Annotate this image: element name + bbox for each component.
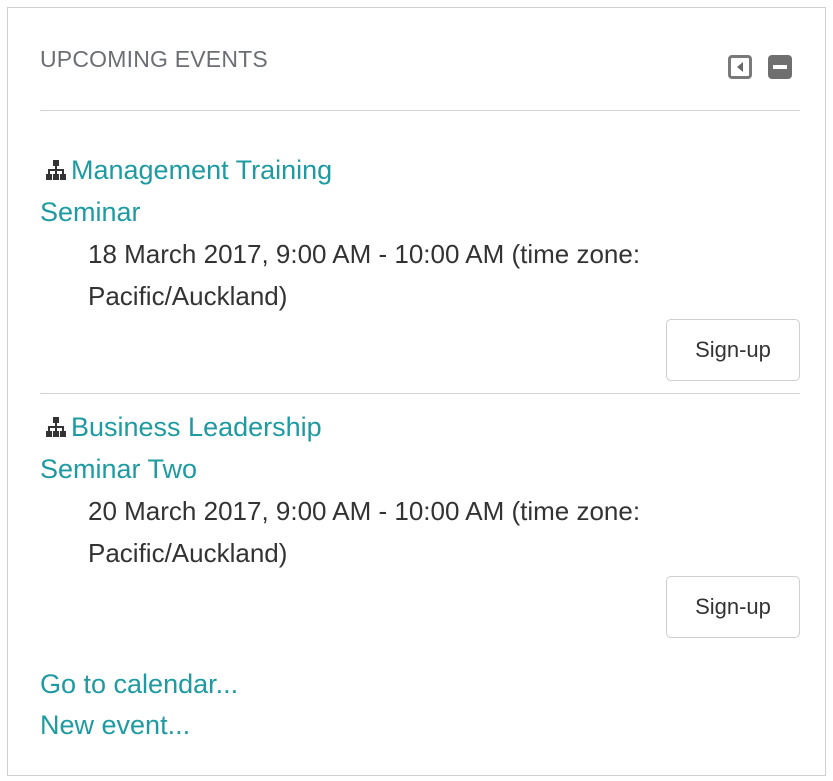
event-date: 18 March 2017, 9:00 AM - 10:00 AM (time …: [40, 233, 800, 317]
event-title-line2: Seminar Two: [40, 454, 198, 484]
event-date-line1: 20 March 2017, 9:00 AM - 10:00 AM (time …: [88, 496, 641, 526]
course-hierarchy-icon: [46, 160, 66, 180]
event-date-line1: 18 March 2017, 9:00 AM - 10:00 AM (time …: [88, 239, 641, 269]
signup-button[interactable]: Sign-up: [666, 319, 800, 381]
go-to-calendar-link[interactable]: Go to calendar...: [40, 663, 238, 705]
event-title-line1: Business Leadership: [71, 412, 322, 442]
event-date-line2: Pacific/Auckland): [88, 281, 288, 311]
event-title-link[interactable]: Business Leadership Seminar Two: [40, 406, 800, 490]
event-item: Business Leadership Seminar Two 20 March…: [40, 406, 800, 638]
event-divider: [40, 393, 800, 394]
minus-collapse-icon: [773, 65, 787, 69]
event-date: 20 March 2017, 9:00 AM - 10:00 AM (time …: [40, 490, 800, 574]
hide-block-button[interactable]: [768, 55, 792, 79]
event-title-line1: Management Training: [71, 155, 333, 185]
event-title-line2: Seminar: [40, 197, 141, 227]
event-title-link[interactable]: Management Training Seminar: [40, 149, 800, 233]
header-divider: [40, 110, 800, 111]
event-date-line2: Pacific/Auckland): [88, 538, 288, 568]
course-hierarchy-icon: [46, 417, 66, 437]
signup-button[interactable]: Sign-up: [666, 576, 800, 638]
event-item: Management Training Seminar 18 March 201…: [40, 149, 800, 381]
block-title: UPCOMING EVENTS: [40, 46, 268, 72]
upcoming-events-block: UPCOMING EVENTS Management Training Semi…: [7, 7, 826, 776]
dock-block-button[interactable]: [728, 55, 752, 79]
new-event-link[interactable]: New event...: [40, 704, 190, 746]
dock-left-icon: [737, 62, 743, 72]
